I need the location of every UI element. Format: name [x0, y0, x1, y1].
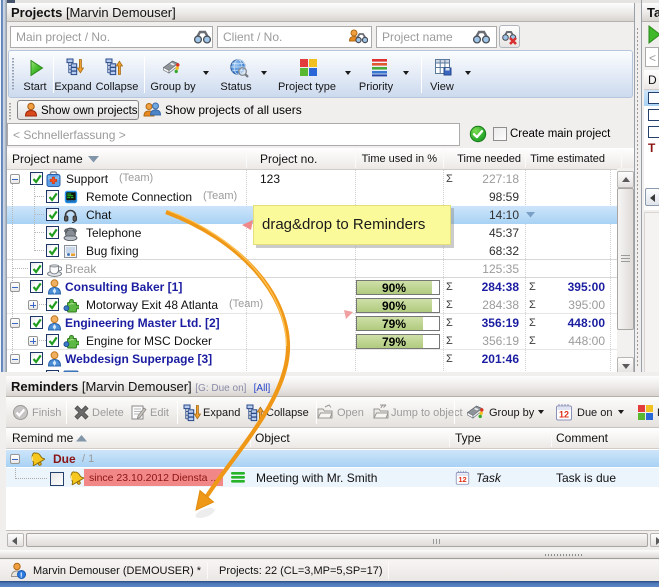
svg-text:12: 12 — [458, 475, 466, 484]
svg-text:!: ! — [20, 571, 23, 579]
svg-text:12: 12 — [559, 410, 569, 420]
